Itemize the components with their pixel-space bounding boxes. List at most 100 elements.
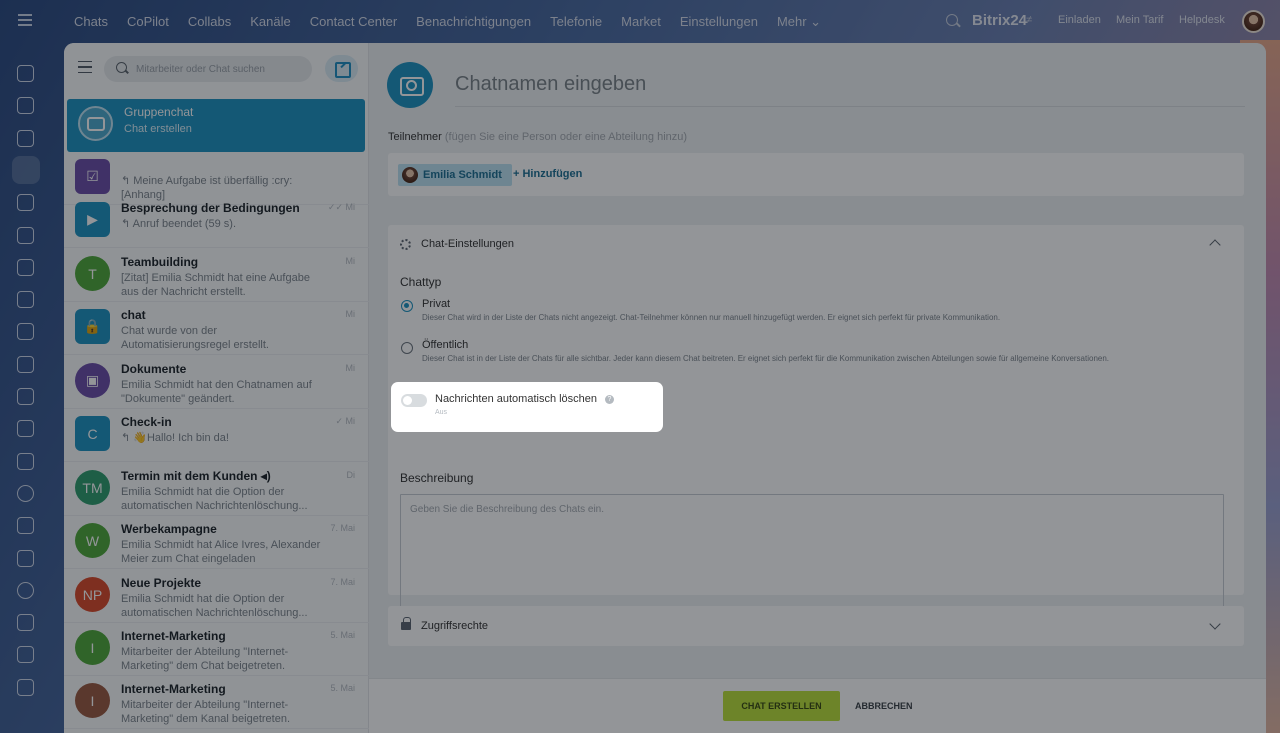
analytics-icon[interactable] — [17, 388, 34, 405]
chat-title: Dokumente — [121, 362, 187, 376]
nav-item[interactable]: Telefonie — [550, 14, 602, 29]
participants-label: Teilnehmer (fügen Sie eine Person oder e… — [388, 131, 687, 143]
help-icon[interactable]: ? — [605, 395, 614, 404]
nav-item[interactable]: Einstellungen — [680, 14, 758, 29]
check-icon[interactable] — [17, 226, 34, 244]
contacts-icon[interactable] — [17, 258, 34, 276]
radio-public[interactable] — [401, 342, 413, 354]
chat-list-item[interactable]: I Internet-Marketing Mitarbeiter der Abtei… — [64, 623, 369, 676]
home-icon[interactable] — [17, 65, 34, 82]
cart-icon[interactable] — [17, 452, 34, 470]
filter-icon[interactable] — [78, 61, 92, 73]
chat-title: chat — [121, 308, 146, 322]
access-rights-section[interactable]: Zugriffsrechte — [388, 606, 1244, 646]
id-card-icon[interactable] — [17, 549, 34, 567]
chat-date: Mi — [345, 256, 356, 266]
helpdesk-link[interactable]: Helpdesk — [1179, 14, 1225, 26]
gear-icon — [400, 239, 411, 250]
chat-list-item[interactable]: T Teambuilding [Zitat] Emilia Schmidt hat … — [64, 249, 369, 302]
settings-title[interactable]: Chat-Einstellungen — [421, 238, 514, 250]
chat-list-panel: Mitarbeiter oder Chat suchen Gruppenchat… — [64, 43, 369, 733]
switch-icon[interactable]: ≠ — [1026, 14, 1032, 26]
search-placeholder: Mitarbeiter oder Chat suchen — [136, 63, 265, 75]
calendar-icon[interactable] — [17, 194, 34, 212]
chat-list-item[interactable]: ▣ Dokumente Emilia Schmidt hat den Chatnam… — [64, 356, 369, 409]
robot-icon[interactable] — [17, 420, 34, 438]
chat-list-item[interactable]: I Internet-Marketing Mitarbeiter der Abtei… — [64, 676, 369, 729]
chat-date: 7. Mai — [330, 523, 355, 533]
chat-avatar: ☑ — [75, 159, 110, 194]
access-rights-label: Zugriffsrechte — [421, 620, 489, 632]
private-label[interactable]: Privat — [422, 298, 450, 310]
settings-icon[interactable] — [17, 678, 34, 696]
chat-list-item[interactable]: C Check-in ↰ 👋Hallo! Ich bin da! ✓ Mi — [64, 409, 369, 462]
calendar-2-icon[interactable] — [17, 614, 34, 632]
chat-title: Internet-Marketing — [121, 629, 226, 643]
chat-title: Gruppenchat — [124, 105, 194, 119]
chat-icon[interactable] — [12, 155, 40, 184]
target-icon[interactable] — [17, 484, 34, 502]
plan-link[interactable]: Mein Tarif — [1116, 14, 1163, 26]
chevron-up-icon[interactable] — [1209, 239, 1221, 251]
chat-preview: Chat erstellen — [124, 123, 192, 135]
new-chat-button[interactable] — [325, 55, 358, 82]
nav-item[interactable]: Market — [621, 14, 661, 29]
chat-title: Besprechung der Bedingungen — [121, 201, 300, 215]
document-icon[interactable] — [17, 291, 34, 309]
chat-list-item[interactable]: Gruppenchat Chat erstellen — [67, 99, 365, 152]
chat-avatar: I — [75, 630, 110, 665]
chat-list-item[interactable]: NP Neue Projekte Emilia Schmidt hat die Op… — [64, 570, 369, 623]
participant-avatar — [402, 167, 418, 183]
box-icon[interactable] — [17, 646, 34, 664]
user-avatar[interactable] — [1242, 10, 1265, 33]
chat-preview: ↰ 👋Hallo! Ich bin da! — [121, 432, 229, 444]
nav-item[interactable]: CoPilot — [127, 14, 169, 29]
nav-item[interactable]: Kanäle — [250, 14, 290, 29]
public-label[interactable]: Öffentlich — [422, 339, 468, 351]
menu-icon[interactable] — [18, 14, 32, 26]
camera-icon — [86, 116, 105, 131]
camera-icon[interactable] — [387, 62, 433, 108]
autodelete-label: Nachrichten automatisch löschen — [435, 393, 598, 405]
chat-name-input[interactable]: Chatnamen eingeben — [455, 73, 1245, 107]
description-textarea[interactable]: Geben Sie die Beschreibung des Chats ein… — [400, 494, 1224, 609]
nav-item[interactable]: Contact Center — [310, 14, 397, 29]
search-input[interactable]: Mitarbeiter oder Chat suchen — [104, 56, 312, 82]
chevron-down-icon[interactable] — [1209, 618, 1221, 630]
nav-item[interactable]: Mehr ⌄ — [777, 14, 821, 30]
filter-icon[interactable] — [17, 355, 34, 373]
sparkle-icon[interactable] — [17, 97, 34, 115]
chat-list-item[interactable]: W Werbekampagne Emilia Schmidt hat Alice I… — [64, 516, 369, 569]
participants-box[interactable]: Emilia Schmidt + Hinzufügen — [388, 153, 1244, 196]
avatar-si[interactable] — [17, 581, 34, 599]
cancel-button[interactable]: ABBRECHEN — [855, 691, 913, 721]
chat-list-item[interactable]: ▶ Besprechung der Bedingungen ↰ Anruf been… — [64, 195, 369, 248]
chat-date: Mi — [345, 309, 356, 319]
add-participant-link[interactable]: + Hinzufügen — [513, 168, 582, 180]
chat-date: 5. Mai — [330, 630, 355, 640]
tasks-icon[interactable] — [17, 129, 34, 147]
chat-avatar — [78, 106, 113, 141]
search-icon[interactable] — [946, 14, 958, 26]
chat-create-panel: Mitarbeiter oder Chat suchen Gruppenchat… — [64, 43, 1266, 733]
sign-icon[interactable] — [17, 517, 34, 535]
autodelete-toggle[interactable] — [401, 394, 427, 407]
create-chat-button[interactable]: CHAT ERSTELLEN — [723, 691, 840, 721]
chat-title: Neue Projekte — [121, 576, 202, 590]
nav-item[interactable]: Benachrichtigungen — [416, 14, 531, 29]
participant-chip[interactable]: Emilia Schmidt — [398, 164, 512, 186]
nav-item[interactable]: Chats — [74, 14, 108, 29]
description-label: Beschreibung — [400, 471, 474, 485]
chat-title: Internet-Marketing — [121, 682, 226, 696]
chat-avatar: C — [75, 416, 110, 451]
radio-private[interactable] — [401, 300, 413, 312]
chat-list-item[interactable]: 🔒 chat Chat wurde von der Automatisierungs… — [64, 302, 369, 355]
chat-avatar: W — [75, 523, 110, 558]
brand-logo[interactable]: Bitrix24 — [972, 12, 1027, 29]
chat-list-item[interactable]: TM Termin mit dem Kunden ◂) Emilia Schmidt… — [64, 463, 369, 516]
invite-link[interactable]: Einladen — [1058, 14, 1101, 26]
drive-icon[interactable] — [17, 323, 34, 341]
search-icon — [116, 62, 127, 73]
nav-item[interactable]: Collabs — [188, 14, 231, 29]
chat-avatar: T — [75, 256, 110, 291]
